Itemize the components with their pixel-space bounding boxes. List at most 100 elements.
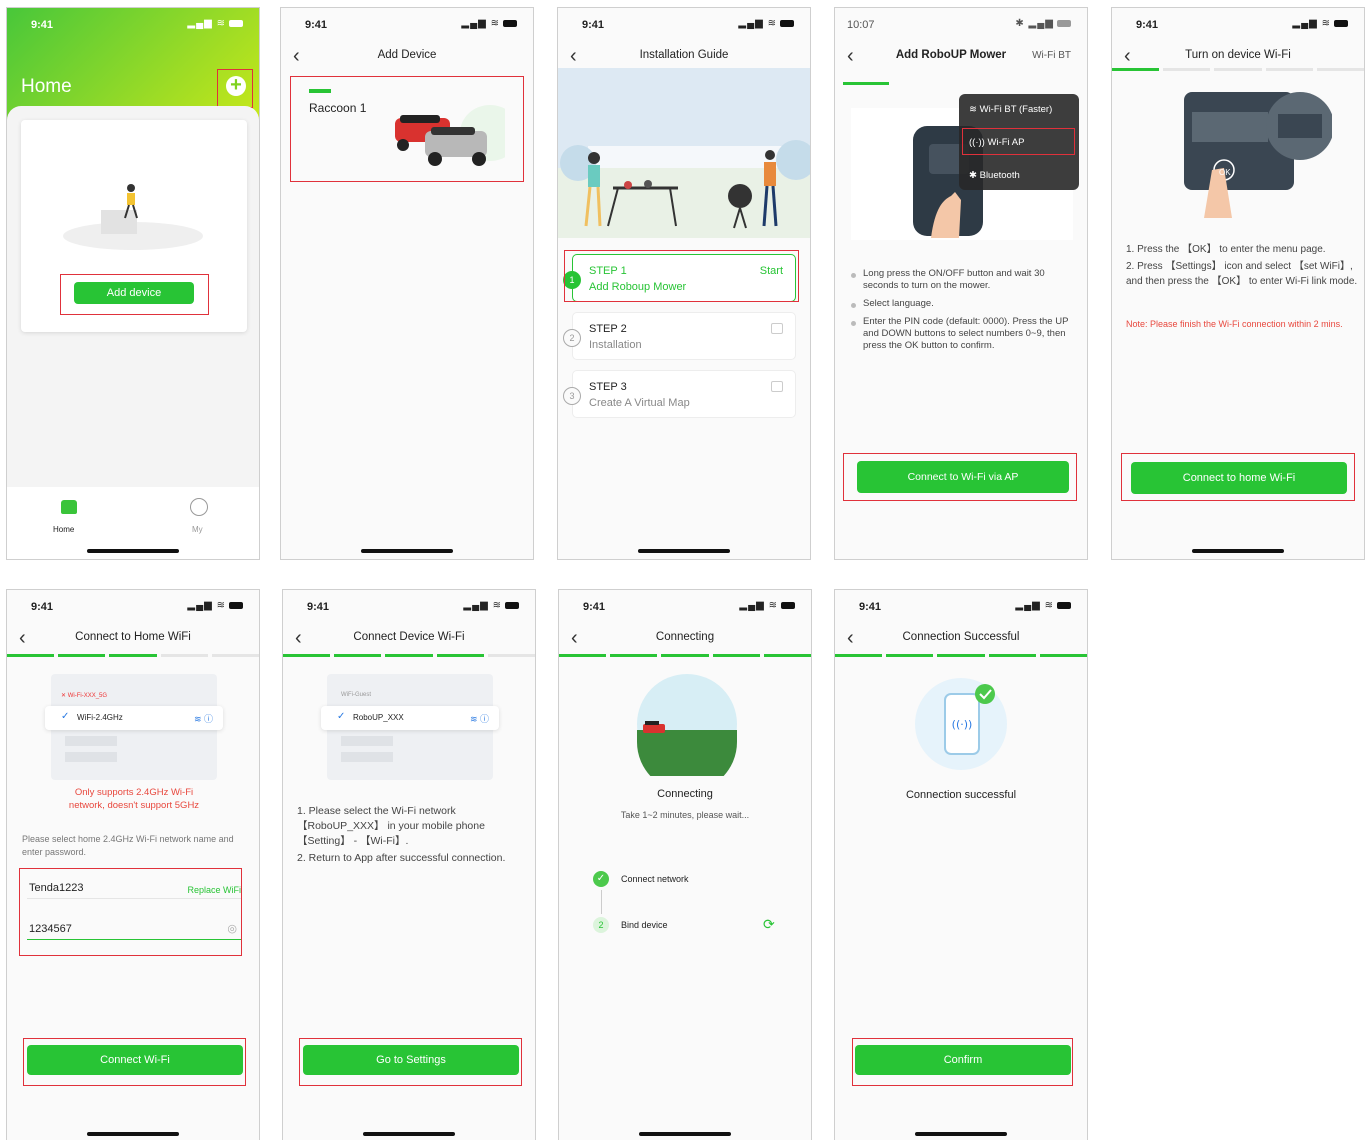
instruction-item: Long press the ON/OFF button and wait 30…	[849, 268, 1073, 292]
wait-hint: Take 1~2 minutes, please wait...	[620, 810, 750, 820]
progress-bar	[7, 654, 259, 657]
signal-icon: ▂▄▆ ≋	[187, 600, 243, 611]
device-panel-illustration	[1184, 92, 1332, 218]
lock-icon	[771, 323, 783, 334]
ssid-label: WiFi-2.4GHz	[77, 713, 123, 722]
highlight-box	[217, 69, 253, 108]
status-bar: 9:41 ▂▄▆ ≋	[283, 590, 535, 626]
highlight-box	[852, 1038, 1073, 1086]
tab-home[interactable]: Home	[53, 525, 74, 534]
page-title: Turn on device Wi-Fi	[1185, 49, 1291, 61]
menu-item-bluetooth[interactable]: ✱ Bluetooth	[969, 170, 1020, 181]
highlight-box	[1121, 453, 1355, 501]
status-bar: 10:07 ✱ ▂▄▆	[835, 8, 1087, 44]
highlight-box	[564, 250, 799, 302]
status-bar: 9:41 ▂▄▆ ≋	[559, 590, 811, 626]
status-time: 9:41	[582, 19, 605, 31]
mower-lawn-illustration	[637, 674, 737, 776]
screen-installation-guide: 9:41 ▂▄▆ ≋ ‹ Installation Guide 1 STEP 1…	[557, 7, 811, 560]
phone-success-illustration: ((·))	[915, 678, 1007, 770]
ssid-other: WiFi-Guest	[341, 692, 371, 698]
progress-bar	[559, 654, 811, 657]
menu-item-wifi-bt[interactable]: ≋ Wi-Fi BT (Faster)	[969, 104, 1052, 115]
screen-connecting: 9:41 ▂▄▆ ≋ ‹ Connecting Connecting Take …	[558, 589, 812, 1140]
screen-connect-home-wifi: 9:41 ▂▄▆ ≋ ‹ Connect to Home WiFi ✕ Wi-F…	[6, 589, 260, 1140]
home-tab-icon[interactable]	[61, 500, 77, 514]
signal-icon: ▂▄▆ ≋	[463, 600, 519, 611]
check-icon: ✓	[61, 711, 70, 722]
page-title: Connect Device Wi-Fi	[353, 631, 465, 643]
highlight-box	[299, 1038, 522, 1086]
task-2-number: 2	[593, 917, 609, 933]
success-status: Connection successful	[905, 789, 1017, 801]
page-title: Home	[21, 76, 72, 97]
highlight-box	[60, 274, 209, 315]
step-3-card[interactable]: 3 STEP 3 Create A Virtual Map	[563, 370, 796, 418]
wifi-info-icon[interactable]: ≋ ⓘ	[194, 712, 213, 725]
progress-bar	[1112, 68, 1364, 71]
step-2-number: 2	[563, 329, 581, 347]
status-bar: 9:41 ▂▄▆ ≋	[7, 590, 259, 626]
warning-note: Note: Please finish the Wi-Fi connection…	[1126, 319, 1343, 329]
loading-spinner-icon: ⟳	[763, 916, 775, 932]
home-indicator	[87, 1132, 179, 1136]
band-warning: Only supports 2.4GHz Wi-Fi network, does…	[68, 787, 200, 811]
step-3-label: STEP 3	[589, 381, 627, 393]
signal-icon: ▂▄▆ ≋	[187, 18, 243, 29]
progress-bar	[283, 654, 535, 657]
highlight-box	[23, 1038, 246, 1086]
highlight-box	[290, 76, 524, 182]
mode-selector[interactable]: Wi-Fi BT	[1032, 50, 1071, 61]
connecting-status: Connecting	[657, 788, 713, 800]
screen-home: 9:41 ▂▄▆ ≋ Home + Add device Home My	[6, 7, 260, 560]
screen-connection-successful: 9:41 ▂▄▆ ≋ ‹ Connection Successful ((·))…	[834, 589, 1088, 1140]
status-bar: 9:41 ▂▄▆ ≋	[835, 590, 1087, 626]
screen-turn-on-wifi: 9:41 ▂▄▆ ≋ ‹ Turn on device Wi-Fi OK 1. …	[1111, 7, 1365, 560]
status-bar: 9:41 ▂▄▆ ≋	[1112, 8, 1364, 44]
status-time: 9:41	[31, 19, 54, 31]
step-2-card[interactable]: 2 STEP 2 Installation	[563, 312, 796, 360]
signal-icon: ▂▄▆ ≋	[1015, 600, 1071, 611]
step-connector	[601, 890, 602, 914]
page-title: Connecting	[655, 631, 715, 643]
status-bar: 9:41 ▂▄▆ ≋	[281, 8, 533, 44]
home-indicator	[639, 1132, 731, 1136]
lock-icon	[771, 381, 783, 392]
step-2-label: STEP 2	[589, 323, 627, 335]
home-indicator	[638, 549, 730, 553]
screen-connect-device-wifi: 9:41 ▂▄▆ ≋ ‹ Connect Device Wi-Fi WiFi-G…	[282, 589, 536, 1140]
home-indicator	[1192, 549, 1284, 553]
progress-bar	[843, 82, 889, 85]
status-time: 9:41	[307, 601, 330, 613]
highlight-box	[843, 453, 1077, 501]
progress-bar	[835, 654, 1087, 657]
hint-text: Please select home 2.4GHz Wi-Fi network …	[22, 834, 234, 857]
nav-bar: ‹ Connect Device Wi-Fi	[283, 626, 535, 656]
instruction-text: 1. Press the 【OK】 to enter the menu page…	[1126, 242, 1358, 289]
wifi-network-row[interactable]: ✓ RoboUP_XXX ≋ ⓘ	[321, 706, 499, 730]
screen-add-device: 9:41 ▂▄▆ ≋ ‹ Add Device Raccoon 1	[280, 7, 534, 560]
ssid-bad: ✕ Wi-Fi-XXX_5G	[61, 693, 108, 699]
status-time: 10:07	[847, 19, 875, 31]
wifi-network-row[interactable]: ✓ WiFi-2.4GHz ≋ ⓘ	[45, 706, 223, 730]
instruction-step-2: 2. Return to App after successful connec…	[297, 852, 506, 864]
wifi-info-icon[interactable]: ≋ ⓘ	[470, 712, 489, 725]
status-time: 9:41	[859, 601, 882, 613]
screen-add-mower: 10:07 ✱ ▂▄▆ ‹ Add RoboUP Mower Wi-Fi BT …	[834, 7, 1088, 560]
empty-illustration	[63, 184, 203, 250]
instruction-item: Select language.	[849, 298, 1073, 310]
my-tab-icon[interactable]	[190, 498, 208, 516]
tab-my[interactable]: My	[192, 525, 203, 534]
task-connect-network: Connect network	[621, 874, 689, 884]
status-bar: 9:41 ▂▄▆ ≋	[558, 8, 810, 44]
page-title: Connect to Home WiFi	[75, 631, 191, 643]
instruction-step-2: 2. Press 【Settings】 icon and select 【set…	[1126, 261, 1358, 287]
check-icon: ✓	[337, 711, 346, 722]
highlight-box	[962, 128, 1075, 155]
signal-icon: ▂▄▆ ≋	[461, 18, 517, 29]
instruction-text: 1. Please select the Wi-Fi network 【Robo…	[297, 804, 517, 866]
svg-text:((·)): ((·))	[952, 718, 973, 731]
ok-button-label: OK	[1219, 168, 1231, 177]
menu-item-label: Wi-Fi BT (Faster)	[979, 104, 1053, 115]
status-time: 9:41	[1136, 19, 1159, 31]
